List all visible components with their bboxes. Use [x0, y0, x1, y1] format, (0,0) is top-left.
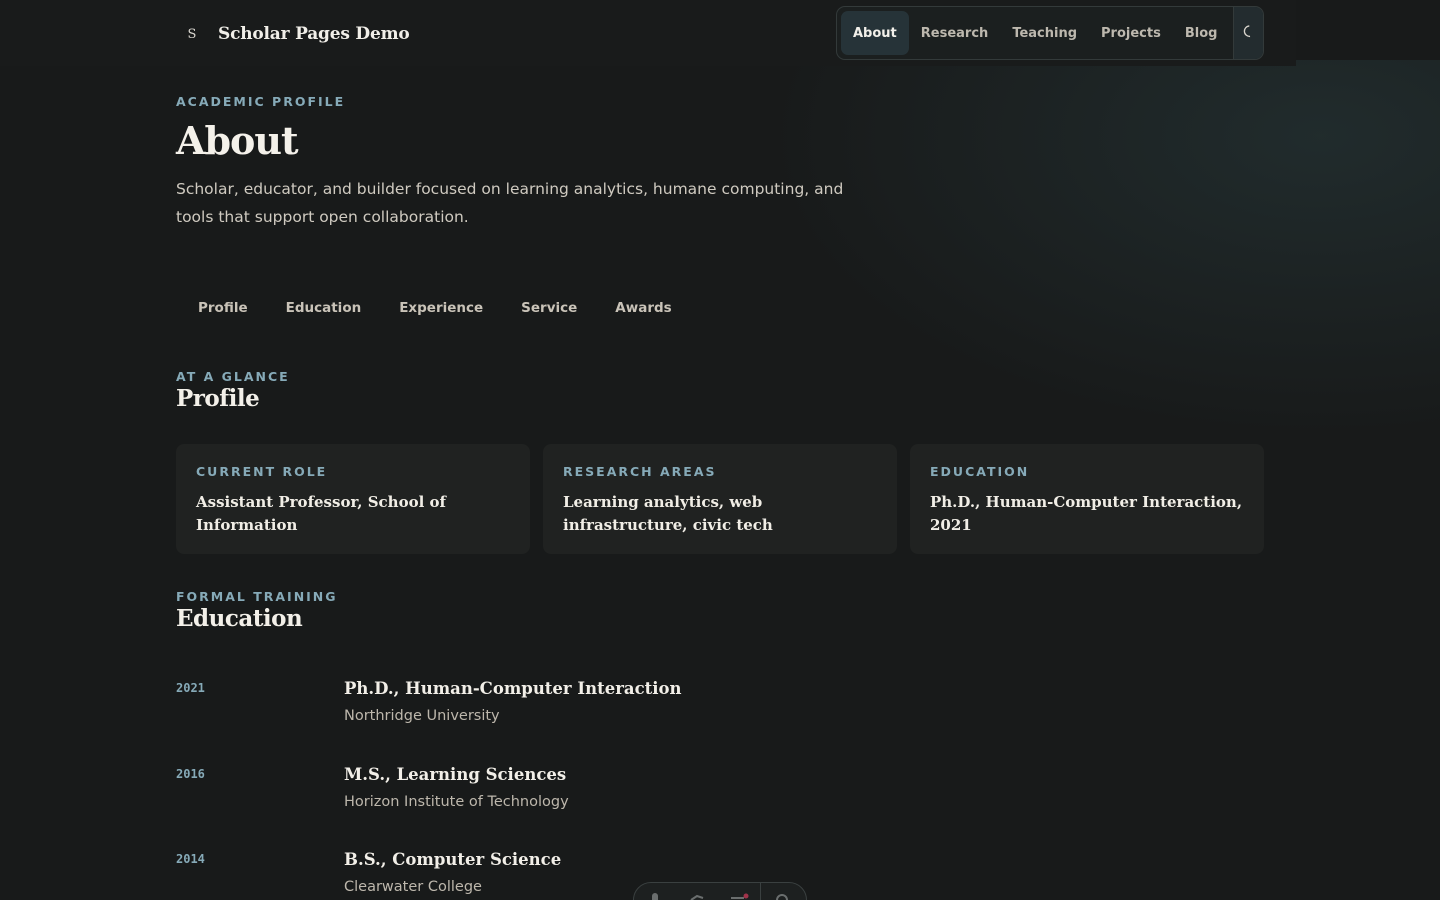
- education-section-title: Education: [176, 605, 303, 632]
- education-degree: M.S., Learning Sciences: [344, 765, 567, 784]
- main-nav: About Research Teaching Projects Blog: [836, 6, 1264, 60]
- card-value: Learning analytics, web infrastructure, …: [563, 493, 773, 534]
- card-label: CURRENT ROLE: [196, 464, 328, 479]
- card-value: Ph.D., Human-Computer Interaction, 2021: [930, 493, 1243, 534]
- hand-icon[interactable]: [676, 890, 718, 900]
- theme-toggle-button[interactable]: [1234, 7, 1263, 59]
- background-glow: [760, 60, 1440, 440]
- moon-icon: [1242, 24, 1256, 42]
- card-label: EDUCATION: [930, 464, 1030, 479]
- nav-item-blog[interactable]: Blog: [1173, 11, 1230, 55]
- hero-eyebrow: ACADEMIC PROFILE: [176, 94, 346, 109]
- education-school: Northridge University: [344, 708, 500, 724]
- settings-icon[interactable]: [761, 890, 803, 900]
- subnav-item-awards[interactable]: Awards: [593, 294, 687, 322]
- education-school: Clearwater College: [344, 879, 482, 895]
- nav-item-projects[interactable]: Projects: [1089, 11, 1173, 55]
- subnav-item-education[interactable]: Education: [264, 294, 378, 322]
- education-eyebrow: FORMAL TRAINING: [176, 589, 338, 604]
- menu-icon[interactable]: [718, 890, 760, 900]
- page-title: About: [176, 118, 299, 163]
- subnav-item-service[interactable]: Service: [499, 294, 593, 322]
- profile-card-current-role: CURRENT ROLE Assistant Professor, School…: [176, 444, 530, 554]
- nav-item-teaching[interactable]: Teaching: [1000, 11, 1089, 55]
- education-year: 2014: [176, 852, 205, 866]
- profile-section-title: Profile: [176, 385, 260, 412]
- education-degree: Ph.D., Human-Computer Interaction: [344, 679, 682, 698]
- education-degree: B.S., Computer Science: [344, 850, 562, 869]
- brand-mark: S: [187, 26, 197, 42]
- education-year: 2016: [176, 767, 205, 781]
- page-intro: Scholar, educator, and builder focused o…: [176, 180, 844, 226]
- nav-item-about[interactable]: About: [841, 11, 909, 55]
- nav-item-research[interactable]: Research: [909, 11, 1001, 55]
- education-school: Horizon Institute of Technology: [344, 794, 569, 810]
- card-value: Assistant Professor, School of Informati…: [196, 493, 446, 534]
- education-year: 2021: [176, 681, 205, 695]
- cursor-icon[interactable]: [634, 890, 676, 900]
- subnav-item-experience[interactable]: Experience: [377, 294, 499, 322]
- section-subnav: Profile Education Experience Service Awa…: [176, 294, 688, 322]
- card-label: RESEARCH AREAS: [563, 464, 717, 479]
- profile-card-education: EDUCATION Ph.D., Human-Computer Interact…: [910, 444, 1264, 554]
- site-title[interactable]: Scholar Pages Demo: [218, 24, 410, 44]
- profile-eyebrow: AT A GLANCE: [176, 369, 290, 384]
- profile-card-research-areas: RESEARCH AREAS Learning analytics, web i…: [543, 444, 897, 554]
- floating-toolbar: [633, 882, 807, 900]
- site-brand[interactable]: S Scholar Pages Demo: [176, 20, 410, 48]
- subnav-item-profile[interactable]: Profile: [176, 294, 264, 322]
